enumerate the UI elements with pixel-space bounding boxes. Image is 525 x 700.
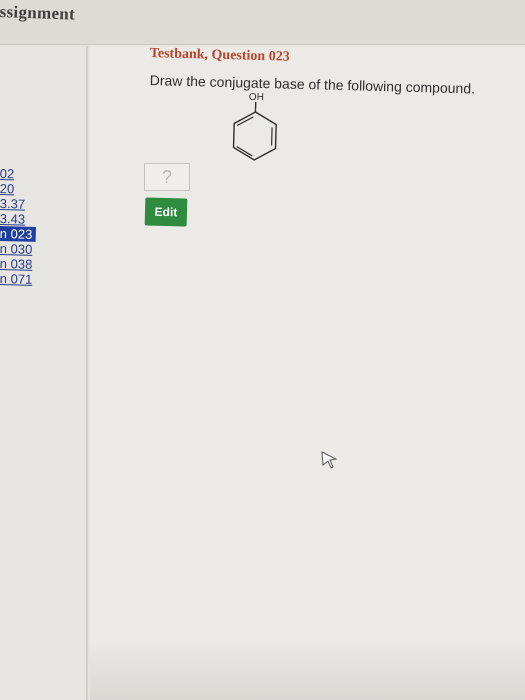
edit-button[interactable]: Edit [144,197,188,227]
sidebar-item-active[interactable]: n 023 [0,226,36,242]
hydroxyl-label: OH [249,92,264,103]
page-header: ssignment [0,0,525,45]
sidebar-item[interactable]: 3.37 [0,196,25,212]
page-title: ssignment [0,2,76,24]
panel-shading [90,640,525,700]
sidebar-item[interactable]: n 071 [0,271,33,287]
sidebar-item[interactable]: 02 [0,166,14,181]
sidebar-item[interactable]: n 038 [0,256,33,272]
help-button[interactable]: ? [144,163,190,191]
question-panel [90,46,525,700]
sidebar-item[interactable]: 3.43 [0,211,25,227]
phenol-structure: OH [232,92,277,161]
question-mark-icon: ? [161,166,172,187]
panel-divider [86,46,88,700]
mouse-pointer-icon [321,451,338,469]
sidebar-item[interactable]: 20 [0,181,14,196]
sidebar-item[interactable]: n 030 [0,241,33,257]
question-sidebar: 02 20 3.37 3.43 n 023 n 030 n 038 n 071 [0,46,86,700]
